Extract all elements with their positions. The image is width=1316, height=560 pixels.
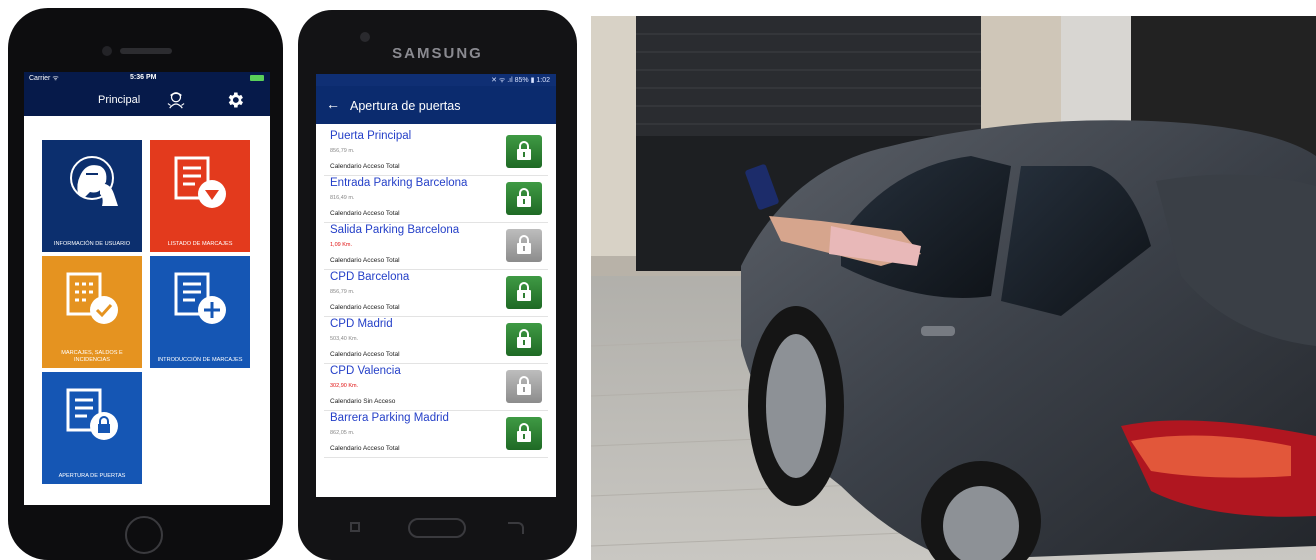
row-divider [324,175,548,176]
door-calendar: Calendario Sin Acceso [330,398,396,405]
tile-add-clock-label: INTRODUCCIÓN DE MARCAJES [157,357,243,363]
unlock-button-disabled[interactable] [506,370,542,403]
lock-icon [517,282,531,301]
samsung-device: SAMSUNG ✕ ᯤ .ıl 85% ▮ 1:02 ← Apertura de… [298,10,577,560]
door-name[interactable]: Puerta Principal [330,130,411,142]
ios-status-bar: Carrier ᯤ 5:36 PM [24,72,270,84]
checklist-icon [66,272,118,324]
user-agent-icon [70,156,118,206]
door-calendar: Calendario Acceso Total [330,163,400,170]
car-photo-illustration [591,16,1316,560]
android-status-bar: ✕ ᯤ .ıl 85% ▮ 1:02 [316,74,556,86]
front-camera [360,32,370,42]
door-calendar: Calendario Acceso Total [330,351,400,358]
lock-icon [517,329,531,348]
door-row[interactable]: Salida Parking Barcelona 1,09 Km. Calendar… [324,224,548,270]
door-name[interactable]: CPD Valencia [330,365,401,377]
lock-icon [517,423,531,442]
door-name[interactable]: CPD Barcelona [330,271,409,283]
lock-icon [517,141,531,160]
unlock-button-disabled[interactable] [506,229,542,262]
brand-logo: SAMSUNG [392,45,483,62]
tile-open-doors-label: APERTURA DE PUERTAS [58,473,126,479]
door-distance: 816,49 m. [330,195,355,201]
door-row[interactable]: Barrera Parking Madrid 862,05 m. Calendari… [324,412,548,458]
door-row[interactable]: CPD Valencia 302,90 Km. Calendario Sin Acc… [324,365,548,411]
unlock-button[interactable] [506,323,542,356]
row-divider [324,363,548,364]
status-indicators: ✕ ᯤ .ıl 85% ▮ 1:02 [491,77,550,84]
unlock-button[interactable] [506,276,542,309]
door-calendar: Calendario Acceso Total [330,210,400,217]
unlock-button[interactable] [506,135,542,168]
door-row[interactable]: CPD Madrid 503,40 Km. Calendario Acceso To… [324,318,548,364]
door-calendar: Calendario Acceso Total [330,445,400,452]
gear-icon[interactable] [225,90,245,110]
door-row[interactable]: CPD Barcelona 856,79 m. Calendario Acceso … [324,271,548,317]
tile-balances-label: MARCAJES, SALDOS E INCIDENCIAS [61,350,123,363]
iphone-device: Carrier ᯤ 5:36 PM Principal INFORMACIÓN … [8,8,283,560]
door-name[interactable]: CPD Madrid [330,318,393,330]
row-divider [324,269,548,270]
page-title: Principal [98,94,141,106]
screen-title: Apertura de puertas [350,99,461,113]
app-bar: ← Apertura de puertas [316,86,556,124]
document-lock-icon [66,388,118,440]
list-down-icon [174,156,226,208]
status-time: 5:36 PM [130,74,157,81]
iphone-screen: Carrier ᯤ 5:36 PM Principal INFORMACIÓN … [24,72,270,505]
home-button[interactable] [125,516,163,554]
unlock-button[interactable] [506,182,542,215]
row-divider [324,410,548,411]
battery-icon [250,75,264,81]
row-divider [324,457,548,458]
earpiece-speaker [120,48,172,54]
tile-user-info[interactable]: INFORMACIÓN DE USUARIO [42,140,142,252]
car-photo [591,16,1316,560]
back-key[interactable] [508,522,524,534]
carrier-label: Carrier ᯤ [29,75,59,82]
ios-nav-bar: Principal [24,84,270,116]
front-camera [102,46,112,56]
door-name[interactable]: Salida Parking Barcelona [330,224,459,236]
door-calendar: Calendario Acceso Total [330,257,400,264]
door-calendar: Calendario Acceso Total [330,304,400,311]
door-distance: 1,09 Km. [330,242,353,248]
lock-icon [517,188,531,207]
door-row[interactable]: Puerta Principal 856,79 m. Calendario Acce… [324,130,548,176]
door-row[interactable]: Entrada Parking Barcelona 816,49 m. Calend… [324,177,548,223]
tile-user-info-label: INFORMACIÓN DE USUARIO [53,241,131,247]
back-arrow-icon[interactable]: ← [326,96,340,112]
android-screen: ✕ ᯤ .ıl 85% ▮ 1:02 ← Apertura de puertas… [316,74,556,497]
door-distance: 503,40 Km. [330,336,359,342]
door-name[interactable]: Barrera Parking Madrid [330,412,449,424]
tile-clock-list[interactable]: LISTADO DE MARCAJES [150,140,250,252]
tile-open-doors[interactable]: APERTURA DE PUERTAS [42,372,142,484]
recent-apps-key[interactable] [350,522,360,532]
add-document-icon [174,272,226,324]
agent-icon[interactable] [167,91,185,109]
door-distance: 862,05 m. [330,430,355,436]
door-distance: 856,79 m. [330,148,355,154]
lock-icon [517,376,531,395]
lock-icon [517,235,531,254]
home-button[interactable] [408,518,466,538]
row-divider [324,316,548,317]
tile-clock-list-label: LISTADO DE MARCAJES [167,241,233,247]
door-name[interactable]: Entrada Parking Barcelona [330,177,467,189]
tile-balances[interactable]: MARCAJES, SALDOS E INCIDENCIAS [42,256,142,368]
unlock-button[interactable] [506,417,542,450]
door-distance: 856,79 m. [330,289,355,295]
row-divider [324,222,548,223]
tile-add-clock[interactable]: INTRODUCCIÓN DE MARCAJES [150,256,250,368]
door-distance: 302,90 Km. [330,383,359,389]
